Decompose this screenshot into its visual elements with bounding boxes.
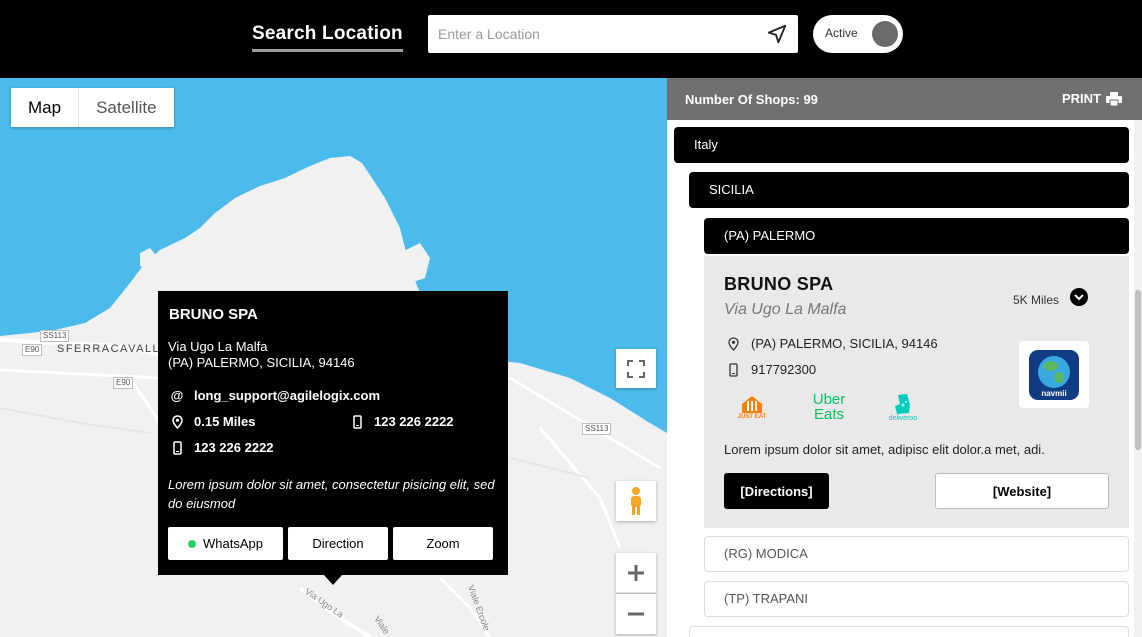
fullscreen-icon [627, 359, 645, 378]
city-trapani[interactable]: (TP) TRAPANI [704, 581, 1129, 617]
location-pin-icon [726, 336, 740, 351]
website-button[interactable]: [Website] [935, 473, 1109, 509]
navmii-app-button[interactable]: navmii [1019, 341, 1089, 408]
just-eat-text: JUST EAT [737, 414, 767, 420]
infowindow-description: Lorem ipsum dolor sit amet, consectetur … [168, 477, 495, 511]
mobile-phone-icon [350, 414, 364, 429]
country-italy[interactable]: Italy [674, 127, 1129, 163]
at-icon: @ [170, 388, 184, 403]
zoom-in-button[interactable] [616, 553, 656, 593]
print-button[interactable]: PRINT [1062, 91, 1122, 106]
store-address-row: (PA) PALERMO, SICILIA, 94146 [726, 336, 938, 351]
street-view-button[interactable] [616, 481, 656, 521]
store-distance: 5K Miles [1013, 293, 1060, 307]
infowindow-city: (PA) PALERMO, SICILIA, 94146 [168, 355, 355, 370]
uber-eats-logo[interactable]: Uber Eats [804, 389, 854, 425]
store-name: BRUNO SPA [724, 274, 834, 294]
zoom-in-icon [628, 564, 644, 581]
city-modica[interactable]: (RG) MODICA [704, 536, 1129, 572]
infowindow-phone[interactable]: 123 226 2222 [374, 414, 454, 429]
infowindow-email-row: @ long_support@agilelogix.com [170, 388, 380, 403]
location-search-input[interactable] [438, 15, 758, 53]
store-phone[interactable]: 917792300 [751, 362, 816, 377]
infowindow-email[interactable]: long_support@agilelogix.com [194, 388, 380, 403]
printer-icon [1106, 91, 1122, 106]
store-description: Lorem ipsum dolor sit amet, adipisc elit… [724, 442, 1045, 457]
map-info-window: BRUNO SPA Via Ugo La Malfa (PA) PALERMO,… [158, 291, 508, 585]
mobile-phone-icon [170, 440, 184, 455]
zoom-out-icon [628, 612, 644, 616]
infowindow-title: BRUNO SPA [169, 306, 258, 323]
road-label-ss113-2: SS113 [582, 423, 612, 435]
city-palermo[interactable]: (PA) PALERMO [704, 218, 1129, 254]
panel-scrollbar[interactable] [1134, 120, 1142, 637]
shops-count: Number Of Shops: 99 [685, 92, 818, 107]
toggle-label: Active [825, 26, 858, 40]
direction-button[interactable]: Direction [288, 527, 388, 560]
store-address: (PA) PALERMO, SICILIA, 94146 [751, 336, 938, 351]
road-label-e90-2: E90 [113, 377, 134, 389]
region-sicilia[interactable]: SICILIA [689, 172, 1129, 208]
just-eat-house-icon [742, 396, 762, 413]
chevron-down-icon[interactable] [1070, 288, 1088, 306]
just-eat-logo[interactable]: JUST EAT [732, 390, 772, 424]
deliveroo-kangaroo-icon [895, 393, 910, 414]
infowindow-phone2[interactable]: 123 226 2222 [194, 440, 274, 455]
next-region-item[interactable] [689, 626, 1129, 637]
deliveroo-text: deliveroo [888, 414, 918, 422]
pegman-icon [631, 487, 641, 515]
road-label-ss113: SS113 [40, 330, 70, 342]
road-label-e90: E90 [22, 344, 43, 356]
uber-eats-text: Uber Eats [812, 391, 846, 423]
whatsapp-button[interactable]: WhatsApp [168, 527, 283, 560]
map-type-satellite[interactable]: Satellite [78, 88, 173, 127]
location-pin-icon [170, 414, 184, 429]
infowindow-street: Via Ugo La Malfa [168, 339, 268, 354]
navmii-globe-icon: navmii [1029, 349, 1079, 400]
search-location-title: Search Location [252, 23, 403, 52]
infowindow-distance: 0.15 Miles [194, 414, 256, 429]
active-toggle[interactable]: Active [813, 15, 903, 53]
zoom-button[interactable]: Zoom [393, 527, 493, 560]
whatsapp-icon [188, 539, 196, 548]
deliveroo-logo[interactable]: deliveroo [882, 390, 924, 424]
mobile-phone-icon [726, 362, 740, 377]
map-type-switch: Map Satellite [11, 88, 174, 127]
store-street: Via Ugo La Malfa [724, 301, 847, 318]
map-type-map[interactable]: Map [11, 88, 78, 127]
panel-header: Number Of Shops: 99 PRINT [667, 78, 1142, 120]
navmii-text: navmii [1041, 388, 1067, 398]
zoom-out-button[interactable] [616, 594, 656, 634]
store-phone-row: 917792300 [726, 362, 816, 377]
directions-button[interactable]: [Directions] [724, 473, 829, 509]
locate-arrow-icon[interactable] [766, 23, 788, 45]
store-list-panel: Number Of Shops: 99 PRINT Italy SICILIA … [667, 78, 1142, 637]
whatsapp-label: WhatsApp [203, 536, 263, 551]
infowindow-phone2-row: 123 226 2222 [170, 440, 274, 455]
place-label: SFERRACAVALL [57, 343, 161, 355]
store-card[interactable]: BRUNO SPA Via Ugo La Malfa 5K Miles (PA)… [704, 256, 1129, 528]
top-bar: Search Location Active [0, 0, 1142, 78]
infowindow-phone-row: 123 226 2222 [350, 414, 454, 429]
infowindow-distance-row: 0.15 Miles [170, 414, 255, 429]
toggle-knob [872, 21, 898, 47]
print-label: PRINT [1062, 91, 1101, 106]
scrollbar-thumb[interactable] [1135, 290, 1141, 450]
fullscreen-button[interactable] [616, 349, 656, 388]
search-box [428, 15, 798, 53]
